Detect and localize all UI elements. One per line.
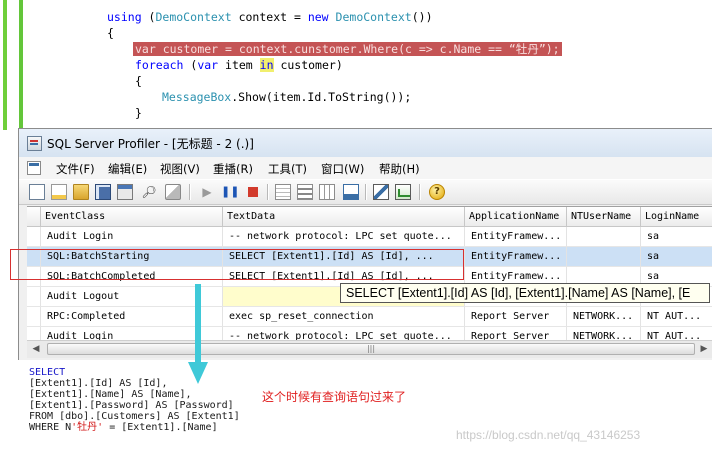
import-icon[interactable]: [343, 184, 359, 200]
login-name-cell: sa: [641, 227, 712, 247]
columns-icon[interactable]: [319, 184, 335, 200]
code-line-brace: {: [135, 74, 142, 88]
text-data-cell: SELECT [Extent1].[Id] AS [Id], ...: [223, 247, 465, 267]
code-line-brace: {: [107, 26, 114, 40]
change-marker-bar: [3, 0, 7, 130]
textdata-tooltip: SELECT [Extent1].[Id] AS [Id], [Extent1]…: [340, 283, 710, 303]
trace-grid[interactable]: EventClass TextData ApplicationName NTUs…: [27, 206, 712, 341]
title-bar[interactable]: SQL Server Profiler - [无标题 - 2 (.)]: [19, 129, 712, 158]
text-data-cell: exec sp_reset_connection: [223, 307, 465, 327]
clear-icon[interactable]: [165, 184, 181, 200]
toolbar: 🔎︎ ▶ ❚❚ ?: [19, 179, 712, 205]
nt-user-name-cell: [567, 227, 641, 247]
table-row[interactable]: Audit Login -- network protocol: LPC set…: [27, 227, 712, 247]
code-line-brace: }: [135, 106, 142, 120]
toolbar-separator: [189, 184, 190, 200]
find-icon[interactable]: 🔎︎: [141, 184, 157, 200]
profiler-app-icon: [27, 136, 42, 151]
code-line-messagebox: MessageBox.Show(item.Id.ToString());: [162, 90, 412, 104]
profiler-window: SQL Server Profiler - [无标题 - 2 (.)] 文件(F…: [18, 128, 712, 360]
sql-line: SELECT: [29, 367, 66, 378]
column-header[interactable]: TextData: [223, 207, 465, 227]
column-header[interactable]: LoginName: [641, 207, 712, 227]
help-icon[interactable]: ?: [429, 184, 445, 200]
menu-file[interactable]: 文件(F): [56, 161, 95, 177]
column-header[interactable]: ApplicationName: [465, 207, 567, 227]
aggregate-icon[interactable]: [297, 184, 313, 200]
menu-help[interactable]: 帮助(H): [379, 161, 420, 177]
event-class-cell: SQL:BatchCompleted: [41, 267, 223, 287]
sql-line: [Extent1].[Password] AS [Password]: [29, 400, 234, 411]
save-icon[interactable]: [95, 184, 111, 200]
login-name-cell: sa: [641, 247, 712, 267]
table-row[interactable]: Audit Login -- network protocol: LPC set…: [27, 327, 712, 341]
stop-icon[interactable]: [245, 184, 261, 200]
horizontal-scrollbar[interactable]: ◀ ||| ▶: [27, 340, 712, 358]
performance-icon[interactable]: [395, 184, 411, 200]
sql-line: [Extent1].[Id] AS [Id],: [29, 378, 168, 389]
column-header[interactable]: NTUserName: [567, 207, 641, 227]
window-title: SQL Server Profiler - [无标题 - 2 (.)]: [47, 137, 254, 151]
code-editor[interactable]: using (DemoContext context = new DemoCon…: [0, 0, 712, 130]
breakpoint-highlight: var customer = context.cunstomer.Where(c…: [133, 42, 562, 56]
event-class-cell: Audit Logout: [41, 287, 223, 307]
open-icon[interactable]: [73, 184, 89, 200]
scroll-right-icon[interactable]: ▶: [697, 343, 711, 356]
application-name-cell: Report Server: [465, 307, 567, 327]
column-header[interactable]: EventClass: [41, 207, 223, 227]
text-data-cell: -- network protocol: LPC set quote...: [223, 327, 465, 341]
application-name-cell: Report Server: [465, 327, 567, 341]
run-icon[interactable]: ▶: [199, 184, 215, 200]
toolbar-separator: [419, 184, 420, 200]
new-template-icon[interactable]: [51, 184, 67, 200]
activity-monitor-icon[interactable]: [373, 184, 389, 200]
menu-window[interactable]: 窗口(W): [321, 161, 364, 177]
watermark: https://blog.csdn.net/qq_43146253: [456, 428, 641, 442]
menu-tools[interactable]: 工具(T): [268, 161, 307, 177]
sql-line: WHERE N'牡丹' = [Extent1].[Name]: [29, 422, 218, 433]
event-class-cell: RPC:Completed: [41, 307, 223, 327]
group-icon[interactable]: [275, 184, 291, 200]
event-class-cell: Audit Login: [41, 227, 223, 247]
table-row[interactable]: SQL:BatchStarting SELECT [Extent1].[Id] …: [27, 247, 712, 267]
menu-edit[interactable]: 编辑(E): [108, 161, 147, 177]
scrollbar-thumb[interactable]: |||: [47, 343, 695, 355]
application-name-cell: EntityFramew...: [465, 247, 567, 267]
properties-icon[interactable]: [117, 184, 133, 200]
nt-user-name-cell: NETWORK...: [567, 307, 641, 327]
nt-user-name-cell: NETWORK...: [567, 327, 641, 341]
code-line-var-customer: var customer = context.cunstomer.Where(c…: [133, 41, 562, 57]
login-name-cell: NT AUT...: [641, 327, 712, 341]
sql-line: FROM [dbo].[Customers] AS [Extent1]: [29, 411, 240, 422]
table-row[interactable]: RPC:Completed exec sp_reset_connection R…: [27, 307, 712, 327]
sql-line: [Extent1].[Name] AS [Name],: [29, 389, 192, 400]
toolbar-separator: [267, 184, 268, 200]
code-line-foreach: foreach (var item in customer): [135, 58, 343, 72]
event-class-cell: SQL:BatchStarting: [41, 247, 223, 267]
menu-bar: 文件(F) 编辑(E) 视图(V) 重播(R) 工具(T) 窗口(W) 帮助(H…: [19, 157, 712, 179]
menu-view[interactable]: 视图(V): [160, 161, 200, 177]
login-name-cell: NT AUT...: [641, 307, 712, 327]
nt-user-name-cell: [567, 247, 641, 267]
menu-replay[interactable]: 重播(R): [213, 161, 253, 177]
row-header-column: [27, 207, 41, 227]
toolbar-separator: [365, 184, 366, 200]
new-trace-icon[interactable]: [29, 184, 45, 200]
change-marker-bar: [19, 0, 23, 130]
application-name-cell: EntityFramew...: [465, 227, 567, 247]
scroll-left-icon[interactable]: ◀: [29, 343, 43, 356]
annotation-text: 这个时候有查询语句过来了: [262, 390, 407, 404]
document-icon[interactable]: [27, 161, 41, 175]
pause-icon[interactable]: ❚❚: [221, 184, 239, 200]
code-line-using: using (DemoContext context = new DemoCon…: [107, 10, 433, 24]
event-class-cell: Audit Login: [41, 327, 223, 341]
text-data-cell: -- network protocol: LPC set quote...: [223, 227, 465, 247]
